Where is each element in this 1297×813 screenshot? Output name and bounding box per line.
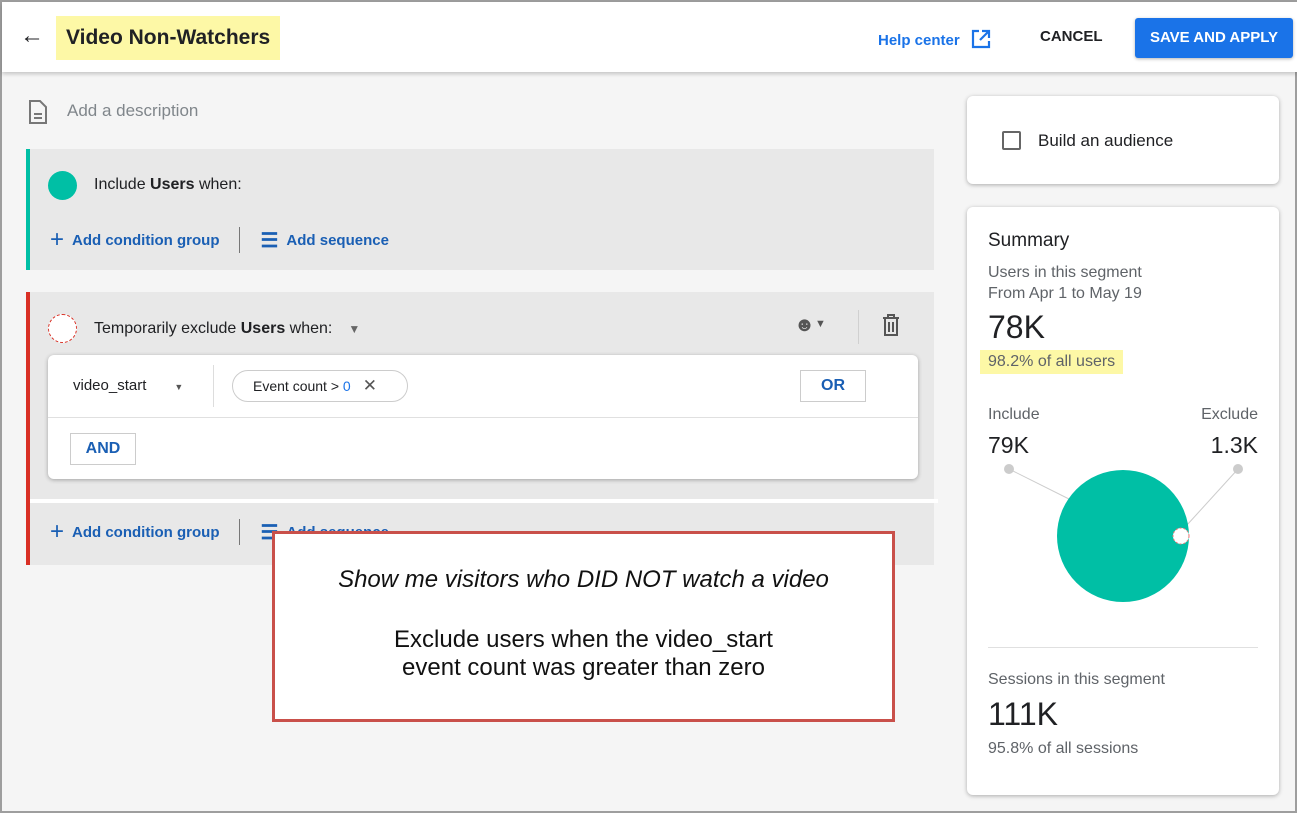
divider xyxy=(48,417,918,418)
include-leader-line xyxy=(1008,468,1076,503)
segment-chart xyxy=(1004,464,1243,602)
plus-icon: + xyxy=(50,226,65,253)
page-title[interactable]: Video Non-Watchers xyxy=(56,16,281,60)
plus-icon: + xyxy=(50,518,65,545)
date-range: From Apr 1 to May 19 xyxy=(988,285,1142,302)
add-condition-group-button[interactable]: + Add condition group xyxy=(50,226,219,254)
annotation-line: Exclude users when the video_start xyxy=(394,626,773,653)
divider xyxy=(239,227,241,253)
user-scope-icon[interactable]: ☻▼ xyxy=(794,314,826,337)
divider xyxy=(858,310,859,344)
annotation-callout: Show me visitors who DID NOT watch a vid… xyxy=(272,531,895,722)
summary-title: Summary xyxy=(988,230,1070,251)
condition-card: video_start ▼ Event count > 0 ✕ OR AND xyxy=(48,355,918,479)
exclude-leader-line xyxy=(1186,468,1239,526)
annotation-line: event count was greater than zero xyxy=(402,654,765,681)
sessions-value: 111K xyxy=(988,696,1058,732)
divider xyxy=(988,647,1258,648)
users-label: Users in this segment xyxy=(988,264,1142,281)
document-icon xyxy=(29,100,47,124)
divider xyxy=(213,365,214,407)
divider xyxy=(239,519,241,545)
include-dot-icon xyxy=(48,171,77,200)
include-label: Include Users when: xyxy=(94,176,242,193)
exclude-dot-icon xyxy=(48,314,77,343)
help-label: Help center xyxy=(878,32,960,49)
users-percent: 98.2% of all users xyxy=(980,350,1124,374)
divider xyxy=(30,499,938,503)
sessions-label: Sessions in this segment xyxy=(988,671,1165,688)
sessions-percent: 95.8% of all sessions xyxy=(988,740,1139,757)
dropdown-arrow-icon: ▼ xyxy=(174,382,184,392)
back-arrow-icon[interactable]: ← xyxy=(20,24,44,48)
event-count-chip[interactable]: Event count > 0 ✕ xyxy=(232,370,408,402)
exclude-marker xyxy=(1233,464,1243,474)
users-value: 78K xyxy=(988,309,1045,345)
save-and-apply-button[interactable]: SAVE AND APPLY xyxy=(1135,18,1293,58)
numbered-list-icon: ☰ xyxy=(260,229,279,252)
or-button[interactable]: OR xyxy=(800,370,866,402)
header: ← Video Non-Watchers Help center CANCEL … xyxy=(2,2,1297,72)
description-input[interactable]: Add a description xyxy=(67,101,198,121)
exclude-circle xyxy=(1172,527,1190,545)
annotation-line: Show me visitors who DID NOT watch a vid… xyxy=(338,566,829,593)
dropdown-arrow-icon: ▼ xyxy=(348,322,361,336)
include-circle xyxy=(1057,470,1189,602)
audience-panel: Build an audience xyxy=(967,96,1279,184)
exclude-value: 1.3K xyxy=(1210,432,1258,458)
delete-icon[interactable] xyxy=(882,314,900,336)
exclude-label[interactable]: Temporarily exclude Users when: ▼ xyxy=(94,320,360,338)
cancel-button[interactable]: CANCEL xyxy=(1040,28,1103,45)
build-audience-label: Build an audience xyxy=(1038,131,1174,150)
exclude-label: Exclude xyxy=(1201,406,1258,423)
help-center-link[interactable]: Help center xyxy=(878,28,992,50)
summary-panel: Summary Users in this segment From Apr 1… xyxy=(967,207,1279,795)
open-in-new-icon xyxy=(971,29,990,49)
close-icon[interactable]: ✕ xyxy=(363,376,377,395)
add-condition-group-button[interactable]: + Add condition group xyxy=(50,518,219,546)
add-sequence-button[interactable]: ☰Add sequence xyxy=(260,228,388,253)
include-marker xyxy=(1004,464,1014,474)
and-button[interactable]: AND xyxy=(70,433,136,465)
include-label: Include xyxy=(988,406,1040,423)
build-audience-checkbox[interactable] xyxy=(1002,131,1021,150)
event-dropdown[interactable]: video_start ▼ xyxy=(73,377,183,394)
include-group: Include Users when: + Add condition group… xyxy=(26,149,934,270)
include-value: 79K xyxy=(988,432,1029,458)
